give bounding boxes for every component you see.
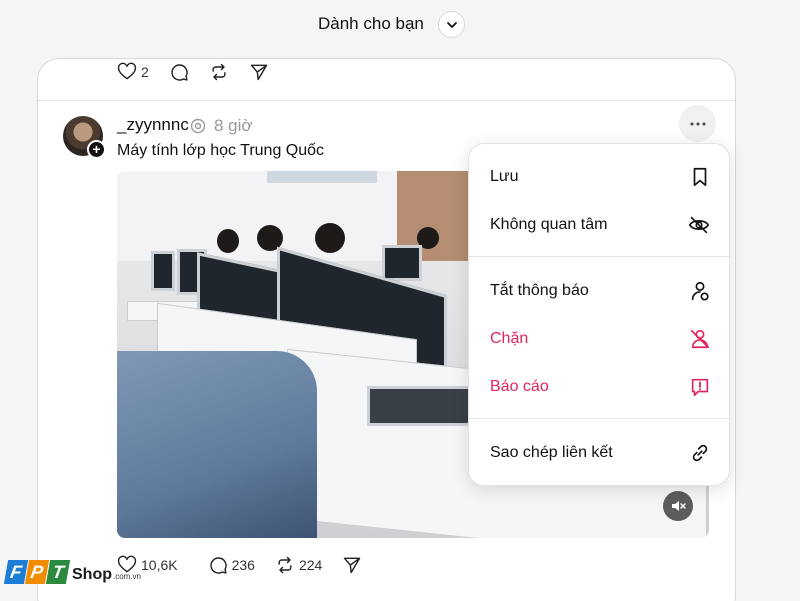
student [315,223,345,253]
report-icon [691,378,709,397]
fpt-logo: F P T [3,560,71,584]
window [267,171,377,183]
comment-icon [209,557,227,574]
post-caption: Máy tính lớp học Trung Quốc [117,142,325,159]
chevron-down-icon [446,21,457,28]
monitor [151,251,175,291]
post-username[interactable]: _zyynnnc [117,115,189,135]
eye-off-icon [688,216,710,234]
share-button[interactable] [249,62,269,82]
brand-domain: .com.vn [113,572,142,581]
mute-user-icon [691,281,709,301]
fpt-letter: T [45,560,71,584]
repost-icon [212,63,226,81]
menu-item-copy-link[interactable]: Sao chép liên kết [469,431,731,475]
menu-item-label: Sao chép liên kết [490,444,613,461]
feed-switch-button[interactable] [438,11,465,38]
menu-item-mute[interactable]: Tắt thông báo [469,269,731,313]
like-button[interactable]: 2 [117,62,149,82]
menu-item-not-interested[interactable]: Không quan tâm [469,203,731,247]
repost-button[interactable] [209,62,229,82]
comment-count: 236 [231,557,255,573]
fptshop-watermark: F P T Shop .com.vn [3,560,142,584]
menu-item-save[interactable]: Lưu [469,155,731,199]
heart-icon [117,62,137,80]
bookmark-icon [693,167,707,187]
ellipsis-icon [690,122,705,125]
link-icon [692,444,708,462]
menu-item-label: Tắt thông báo [490,282,589,299]
feed-title[interactable]: Dành cho bạn [318,14,424,34]
comment-button[interactable]: 236 [208,555,255,575]
menu-item-label: Lưu [490,168,519,185]
repost-count: 224 [298,557,323,573]
like-count: 2 [141,64,149,80]
student-legs [117,351,317,538]
post-time: 8 giờ [214,116,253,135]
menu-divider [469,418,729,419]
repost-button[interactable]: 224 [275,555,322,575]
post-meta: 8 giờ [190,116,253,136]
send-icon [250,64,268,81]
follow-plus-icon[interactable]: + [87,140,106,159]
menu-item-label: Không quan tâm [490,216,608,233]
send-icon [344,557,361,574]
mute-button[interactable] [663,491,693,521]
menu-item-block[interactable]: Chặn [469,317,731,361]
menu-divider [469,256,729,257]
monitor [382,245,422,281]
more-options-button[interactable] [679,105,716,142]
repost-icon [278,556,292,574]
share-button[interactable] [342,555,362,575]
comment-icon [171,64,188,81]
menu-item-report[interactable]: Báo cáo [469,365,731,409]
feed-header: Dành cho bạn [0,0,800,52]
block-user-icon [690,329,710,349]
previous-post-actions: 2 [117,62,289,82]
menu-item-label: Chặn [490,330,529,347]
student [217,229,239,253]
brand-shop: Shop [72,566,112,583]
post-actions: 10,6K 236 224 [117,555,382,575]
comment-button[interactable] [169,62,189,82]
post-divider [38,100,735,101]
menu-item-label: Báo cáo [490,378,549,395]
threads-stamp-icon [190,118,206,134]
speaker-muted-icon [672,501,686,511]
post-options-menu: Lưu Không quan tâm Tắt thông báo Chặn Bá… [468,143,730,486]
like-count: 10,6K [141,557,178,573]
